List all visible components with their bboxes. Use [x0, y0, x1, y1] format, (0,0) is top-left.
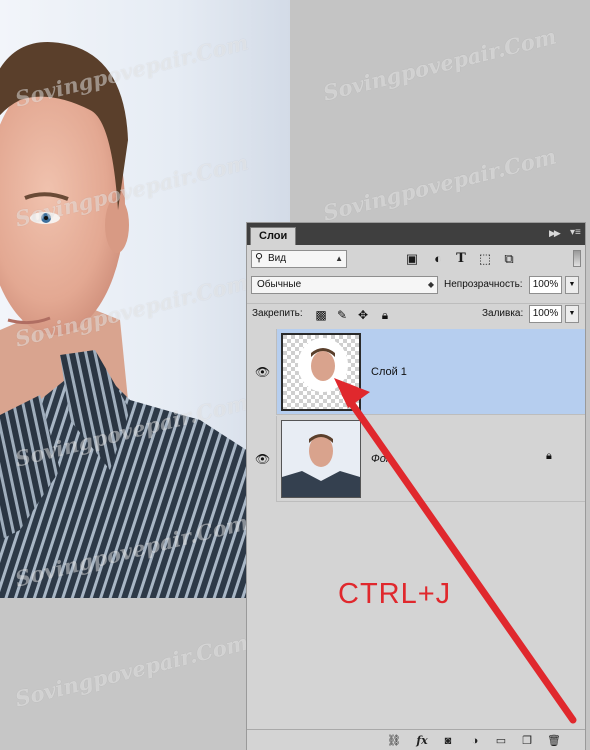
link-icon[interactable]: ⛓: [386, 733, 402, 749]
mask-icon[interactable]: ◙: [440, 733, 456, 749]
blend-mode-value: Обычные: [257, 279, 302, 290]
adjustment-icon[interactable]: ◑: [467, 733, 483, 749]
adjustment-filter-icon[interactable]: ◐: [430, 251, 446, 267]
layer-name[interactable]: Слой 1: [371, 366, 407, 378]
updown-arrow-icon: ▲: [335, 254, 343, 263]
filter-kind-label: Вид: [268, 253, 287, 264]
layer-thumbnail: [281, 420, 361, 498]
folder-icon[interactable]: ▭: [493, 733, 509, 749]
panel-menu-icon[interactable]: ▾≡: [570, 227, 581, 238]
fill-field[interactable]: 100%: [529, 305, 562, 323]
filter-toggle-switch[interactable]: [573, 250, 581, 267]
fx-icon[interactable]: fx: [414, 733, 430, 749]
trash-icon[interactable]: 🗑︎: [546, 733, 562, 749]
filter-kind-select[interactable]: ⚲ Вид ▲: [251, 250, 347, 268]
layer-name[interactable]: Фон: [371, 453, 392, 465]
opacity-dropdown-icon[interactable]: ▼: [565, 276, 579, 294]
lock-icon: 🔒︎: [546, 450, 552, 462]
blend-mode-select[interactable]: Обычные ◆: [251, 276, 438, 294]
lock-position-icon[interactable]: ✥: [355, 307, 371, 323]
layer-row-background[interactable]: 👁︎ Фон 🔒︎: [247, 416, 585, 502]
lock-label: Закрепить:: [252, 308, 303, 319]
blend-row: Обычные ◆ Непрозрачность: 100% ▼: [247, 274, 585, 297]
new-layer-icon[interactable]: ❐: [519, 733, 535, 749]
opacity-field[interactable]: 100%: [529, 276, 562, 294]
type-filter-icon[interactable]: T: [453, 251, 469, 267]
lock-transparency-icon[interactable]: ▩: [313, 307, 329, 323]
shortcut-annotation: CTRL+J: [338, 578, 452, 610]
fill-label: Заливка:: [482, 308, 524, 319]
visibility-toggle[interactable]: 👁︎: [247, 329, 277, 415]
eye-icon: 👁︎: [255, 452, 271, 466]
visibility-toggle[interactable]: 👁︎: [247, 416, 277, 502]
layer-row-layer1[interactable]: 👁︎ Слой 1: [247, 329, 585, 415]
lock-brush-icon[interactable]: ✎: [334, 307, 350, 323]
search-icon: ⚲: [255, 252, 264, 264]
layers-list: 👁︎ Слой 1 👁︎ Фон 🔒︎: [247, 329, 585, 705]
eye-icon: 👁︎: [255, 365, 271, 379]
opacity-label: Непрозрачность:: [444, 279, 523, 290]
filter-row: ⚲ Вид ▲ ▣ ◐ T ⬚ ⧉: [247, 247, 585, 271]
layers-panel: Слои ▶▶ ▾≡ ⚲ Вид ▲ ▣ ◐ T ⬚ ⧉ Обычные ◆ Н…: [246, 222, 586, 750]
updown-arrow-icon: ◆: [427, 280, 434, 289]
fill-dropdown-icon[interactable]: ▼: [565, 305, 579, 323]
smart-object-filter-icon[interactable]: ⧉: [501, 251, 517, 267]
layer-thumbnail: [281, 333, 361, 411]
shape-filter-icon[interactable]: ⬚: [477, 251, 493, 267]
double-chevron-right-icon[interactable]: ▶▶: [549, 228, 561, 239]
panel-titlebar: Слои ▶▶ ▾≡: [247, 223, 585, 245]
tab-layers[interactable]: Слои: [250, 227, 297, 245]
image-filter-icon[interactable]: ▣: [404, 251, 420, 267]
lock-all-icon[interactable]: 🔒︎: [377, 307, 393, 323]
lock-row: Закрепить: ▩ ✎ ✥ 🔒︎ Заливка: 100% ▼: [247, 303, 585, 325]
panel-bottom-toolbar: ⛓ fx ◙ ◑ ▭ ❐ 🗑︎: [247, 729, 585, 750]
